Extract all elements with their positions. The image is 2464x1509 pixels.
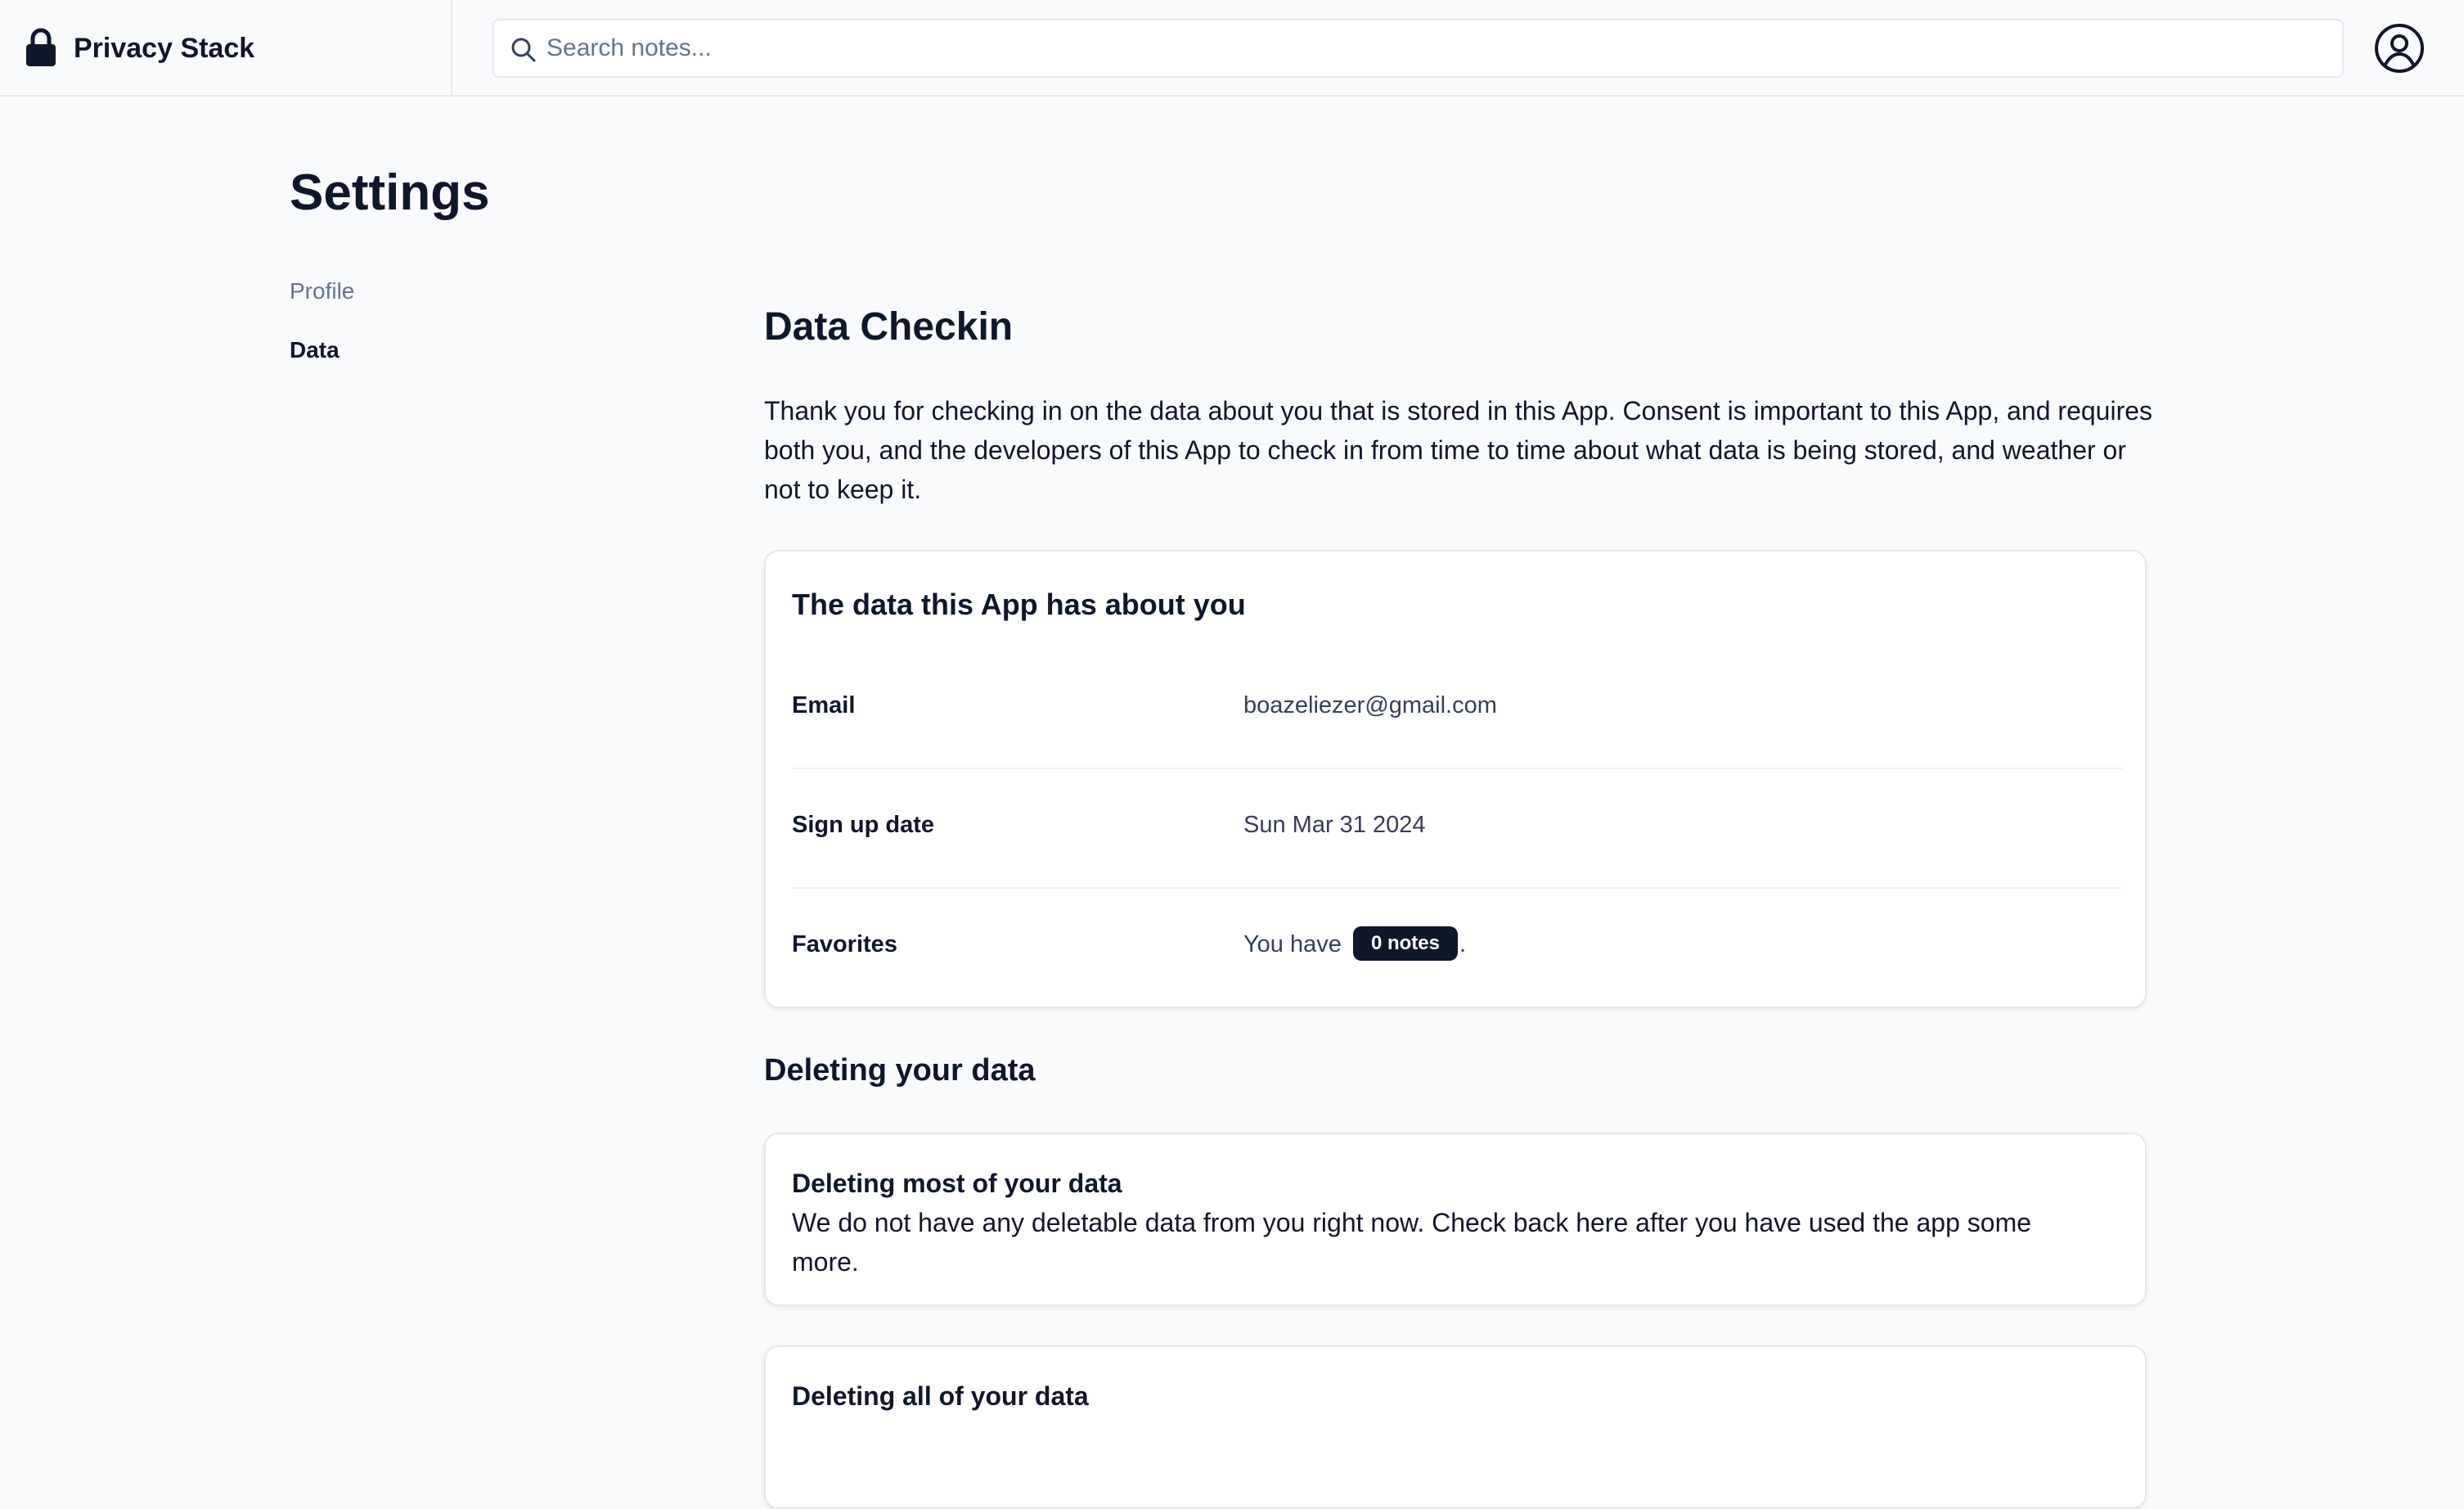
top-bar: Privacy Stack	[0, 0, 2464, 97]
row-label: Email	[792, 692, 856, 718]
row-label: Sign up date	[792, 812, 934, 838]
row-label: Favorites	[792, 931, 897, 957]
nav-item-profile[interactable]: Profile	[290, 273, 354, 309]
delete-all-title: Deleting all of your data	[792, 1381, 1089, 1411]
data-card: The data this App has about you Email bo…	[764, 550, 2147, 1008]
app-name: Privacy Stack	[74, 33, 255, 64]
notes-count-badge: 0 notes	[1352, 926, 1458, 962]
nav-item-data[interactable]: Data	[290, 332, 354, 368]
data-row-signup-date: Sign up date Sun Mar 31 2024	[792, 769, 2122, 889]
section-title-data-checkin: Data Checkin	[764, 305, 1014, 349]
row-value: You have 0 notes.	[1243, 926, 1466, 962]
delete-most-text: We do not have any deletable data from y…	[792, 1208, 2032, 1277]
search-box[interactable]	[492, 19, 2344, 78]
lock-icon	[26, 28, 56, 66]
page-title: Settings	[290, 164, 490, 221]
data-row-email: Email boazeliezer@gmail.com	[792, 650, 2122, 769]
intro-text: Thank you for checking in on the data ab…	[764, 396, 2153, 504]
search-icon	[511, 38, 536, 62]
delete-all-card: Deleting all of your data	[764, 1345, 2147, 1509]
settings-nav: Profile Data	[290, 273, 354, 391]
user-circle-icon[interactable]	[2374, 23, 2425, 74]
delete-most-card: Deleting most of your data We do not hav…	[764, 1133, 2147, 1306]
favorites-suffix: .	[1459, 931, 1467, 957]
brand[interactable]: Privacy Stack	[0, 0, 452, 95]
favorites-prefix: You have	[1243, 931, 1342, 957]
data-row-favorites: Favorites You have 0 notes.	[792, 889, 2122, 1008]
row-value: boazeliezer@gmail.com	[1243, 692, 1497, 718]
section-title-deleting: Deleting your data	[764, 1053, 1036, 1088]
delete-most-title: Deleting most of your data	[792, 1169, 1122, 1198]
data-card-title: The data this App has about you	[792, 588, 1246, 621]
row-value: Sun Mar 31 2024	[1243, 812, 1426, 838]
search-input[interactable]	[546, 20, 2330, 76]
